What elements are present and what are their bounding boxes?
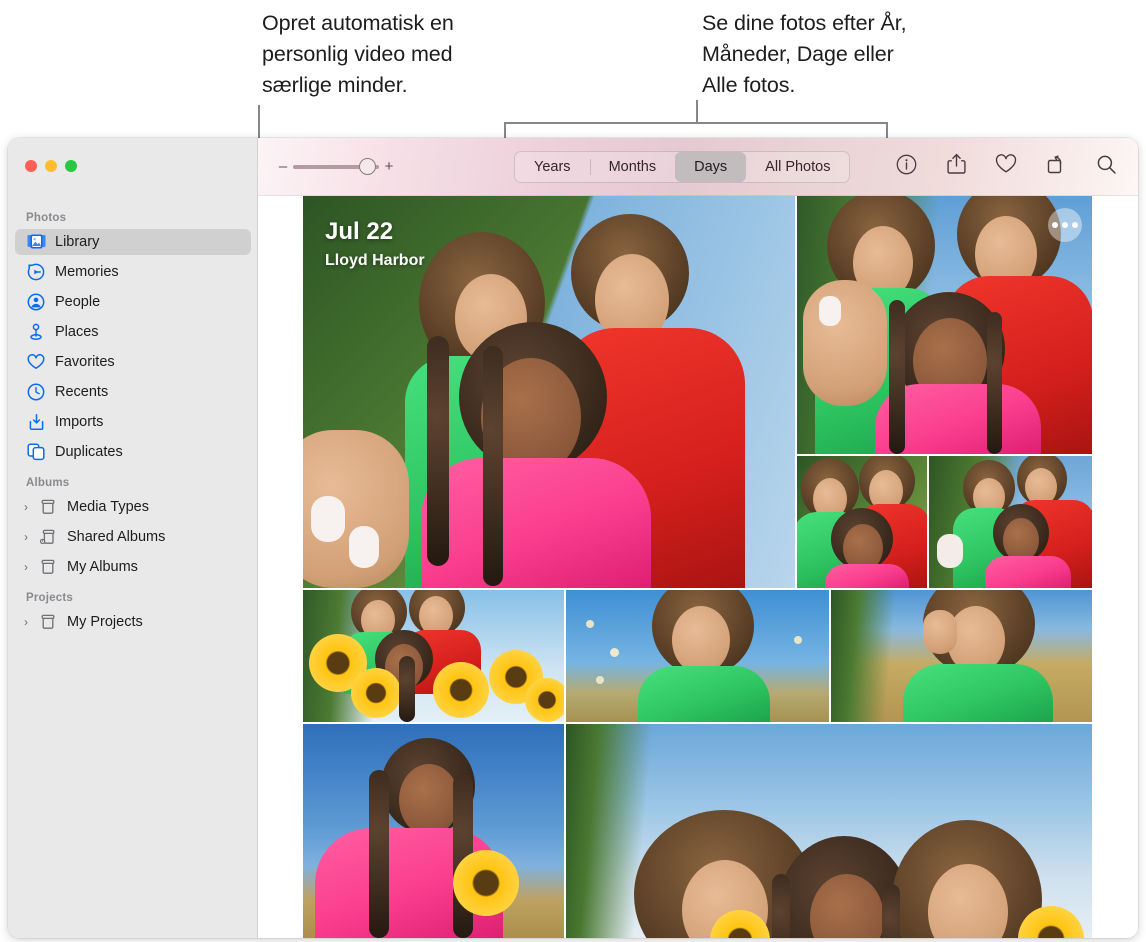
sidebar-item-label: Duplicates <box>55 443 123 460</box>
library-icon <box>26 233 46 251</box>
sidebar-item-media-types[interactable]: › Media Types <box>15 494 251 520</box>
photo-grid-container[interactable]: Jul 22 Lloyd Harbor <box>259 196 1138 938</box>
sidebar-item-label: Places <box>55 323 99 340</box>
sidebar-item-places[interactable]: Places <box>15 319 251 345</box>
date-overlay: Jul 22 Lloyd Harbor <box>325 218 425 270</box>
sidebar-item-label: My Albums <box>67 558 138 575</box>
zoom-out-icon[interactable]: – <box>276 159 290 174</box>
chevron-right-icon[interactable]: › <box>24 561 36 573</box>
info-icon[interactable] <box>894 152 918 176</box>
callout-view-modes-text: Se dine fotos efter År, Måneder, Dage el… <box>702 11 907 97</box>
sidebar-item-label: My Projects <box>67 613 143 630</box>
sidebar-item-label: Favorites <box>55 353 115 370</box>
tab-years[interactable]: Years <box>515 152 590 182</box>
callout-create-video-text: Opret automatisk en personlig video med … <box>262 11 454 97</box>
favorite-icon[interactable] <box>994 152 1018 176</box>
callout-view-modes-bracket-left <box>504 122 506 138</box>
zoom-slider-knob[interactable] <box>359 157 376 175</box>
rotate-icon[interactable] <box>1044 152 1068 176</box>
sidebar-item-recents[interactable]: Recents <box>15 379 251 405</box>
photos-app-window: Photos Library Memories People Places Fa… <box>8 138 1138 938</box>
sidebar-item-my-albums[interactable]: › My Albums <box>15 554 251 580</box>
sidebar-item-label: Memories <box>55 263 119 280</box>
sidebar-item-shared-albums[interactable]: › Shared Albums <box>15 524 251 550</box>
sidebar-item-label: People <box>55 293 101 310</box>
sidebar-section-header-albums: Albums <box>26 477 70 489</box>
callout-view-modes-bracket-right <box>886 122 888 138</box>
sidebar-item-imports[interactable]: Imports <box>15 409 251 435</box>
sidebar-item-label: Imports <box>55 413 104 430</box>
sidebar: Photos Library Memories People Places Fa… <box>8 138 258 938</box>
tab-months[interactable]: Months <box>589 152 676 182</box>
photo-mid-right-a[interactable] <box>797 456 927 588</box>
album-icon <box>38 558 58 576</box>
date-title: Jul 22 <box>325 218 394 245</box>
sidebar-section-header-projects: Projects <box>26 592 73 604</box>
sidebar-item-memories[interactable]: Memories <box>15 259 251 285</box>
chevron-right-icon[interactable]: › <box>24 501 36 513</box>
photo-row3-left[interactable] <box>303 724 564 938</box>
memories-icon <box>26 263 46 281</box>
share-icon[interactable] <box>944 152 968 176</box>
clock-icon <box>26 383 46 401</box>
photo-row3-right[interactable] <box>566 724 1092 938</box>
photo-row2-right[interactable] <box>831 590 1092 722</box>
photo-top-right[interactable] <box>797 196 1092 454</box>
chevron-right-icon[interactable]: › <box>24 616 36 628</box>
sidebar-item-label: Library <box>55 233 100 250</box>
zoom-in-icon[interactable]: + <box>382 159 396 174</box>
photo-hero[interactable]: Jul 22 Lloyd Harbor <box>303 196 795 588</box>
sidebar-item-library[interactable]: Library <box>15 229 251 255</box>
more-options-button[interactable] <box>1048 208 1082 242</box>
toolbar-actions <box>894 152 1118 176</box>
maximize-button[interactable] <box>65 160 77 172</box>
shared-album-icon <box>38 528 58 546</box>
album-icon <box>38 498 58 516</box>
callout-view-modes-bracket-top <box>504 122 888 124</box>
dot <box>1052 222 1058 228</box>
sidebar-item-label: Shared Albums <box>67 528 166 545</box>
tab-days[interactable]: Days <box>675 152 747 182</box>
sidebar-section-header-photos: Photos <box>26 212 67 224</box>
toolbar: – + Years Months Days All Photos <box>258 138 1138 196</box>
photo-mid-right-b[interactable] <box>929 456 1092 588</box>
close-button[interactable] <box>25 160 37 172</box>
heart-icon <box>26 353 46 371</box>
places-icon <box>26 323 46 341</box>
sidebar-item-favorites[interactable]: Favorites <box>15 349 251 375</box>
zoom-slider[interactable]: – + <box>276 157 396 175</box>
photo-grid: Jul 22 Lloyd Harbor <box>303 196 1092 938</box>
view-mode-segmented-control[interactable]: Years Months Days All Photos <box>514 151 851 183</box>
tab-all-photos[interactable]: All Photos <box>746 152 849 182</box>
import-icon <box>26 413 46 431</box>
sidebar-item-label: Recents <box>55 383 109 400</box>
chevron-right-icon[interactable]: › <box>24 531 36 543</box>
zoom-slider-track[interactable] <box>293 157 379 175</box>
photo-row2-left[interactable] <box>303 590 564 722</box>
sidebar-item-people[interactable]: People <box>15 289 251 315</box>
window-traffic-lights <box>25 160 77 172</box>
duplicates-icon <box>26 443 46 461</box>
people-icon <box>26 293 46 311</box>
dot <box>1062 222 1068 228</box>
photo-row2-mid[interactable] <box>566 590 829 722</box>
callout-view-modes-leader-stem <box>696 100 698 124</box>
sidebar-item-duplicates[interactable]: Duplicates <box>15 439 251 465</box>
dot <box>1072 222 1078 228</box>
location-label: Lloyd Harbor <box>325 251 425 269</box>
minimize-button[interactable] <box>45 160 57 172</box>
sidebar-item-label: Media Types <box>67 498 149 515</box>
sidebar-scroll-area[interactable]: Photos Library Memories People Places Fa… <box>8 200 258 938</box>
album-icon <box>38 613 58 631</box>
sidebar-item-my-projects[interactable]: › My Projects <box>15 609 251 635</box>
search-icon[interactable] <box>1094 152 1118 176</box>
